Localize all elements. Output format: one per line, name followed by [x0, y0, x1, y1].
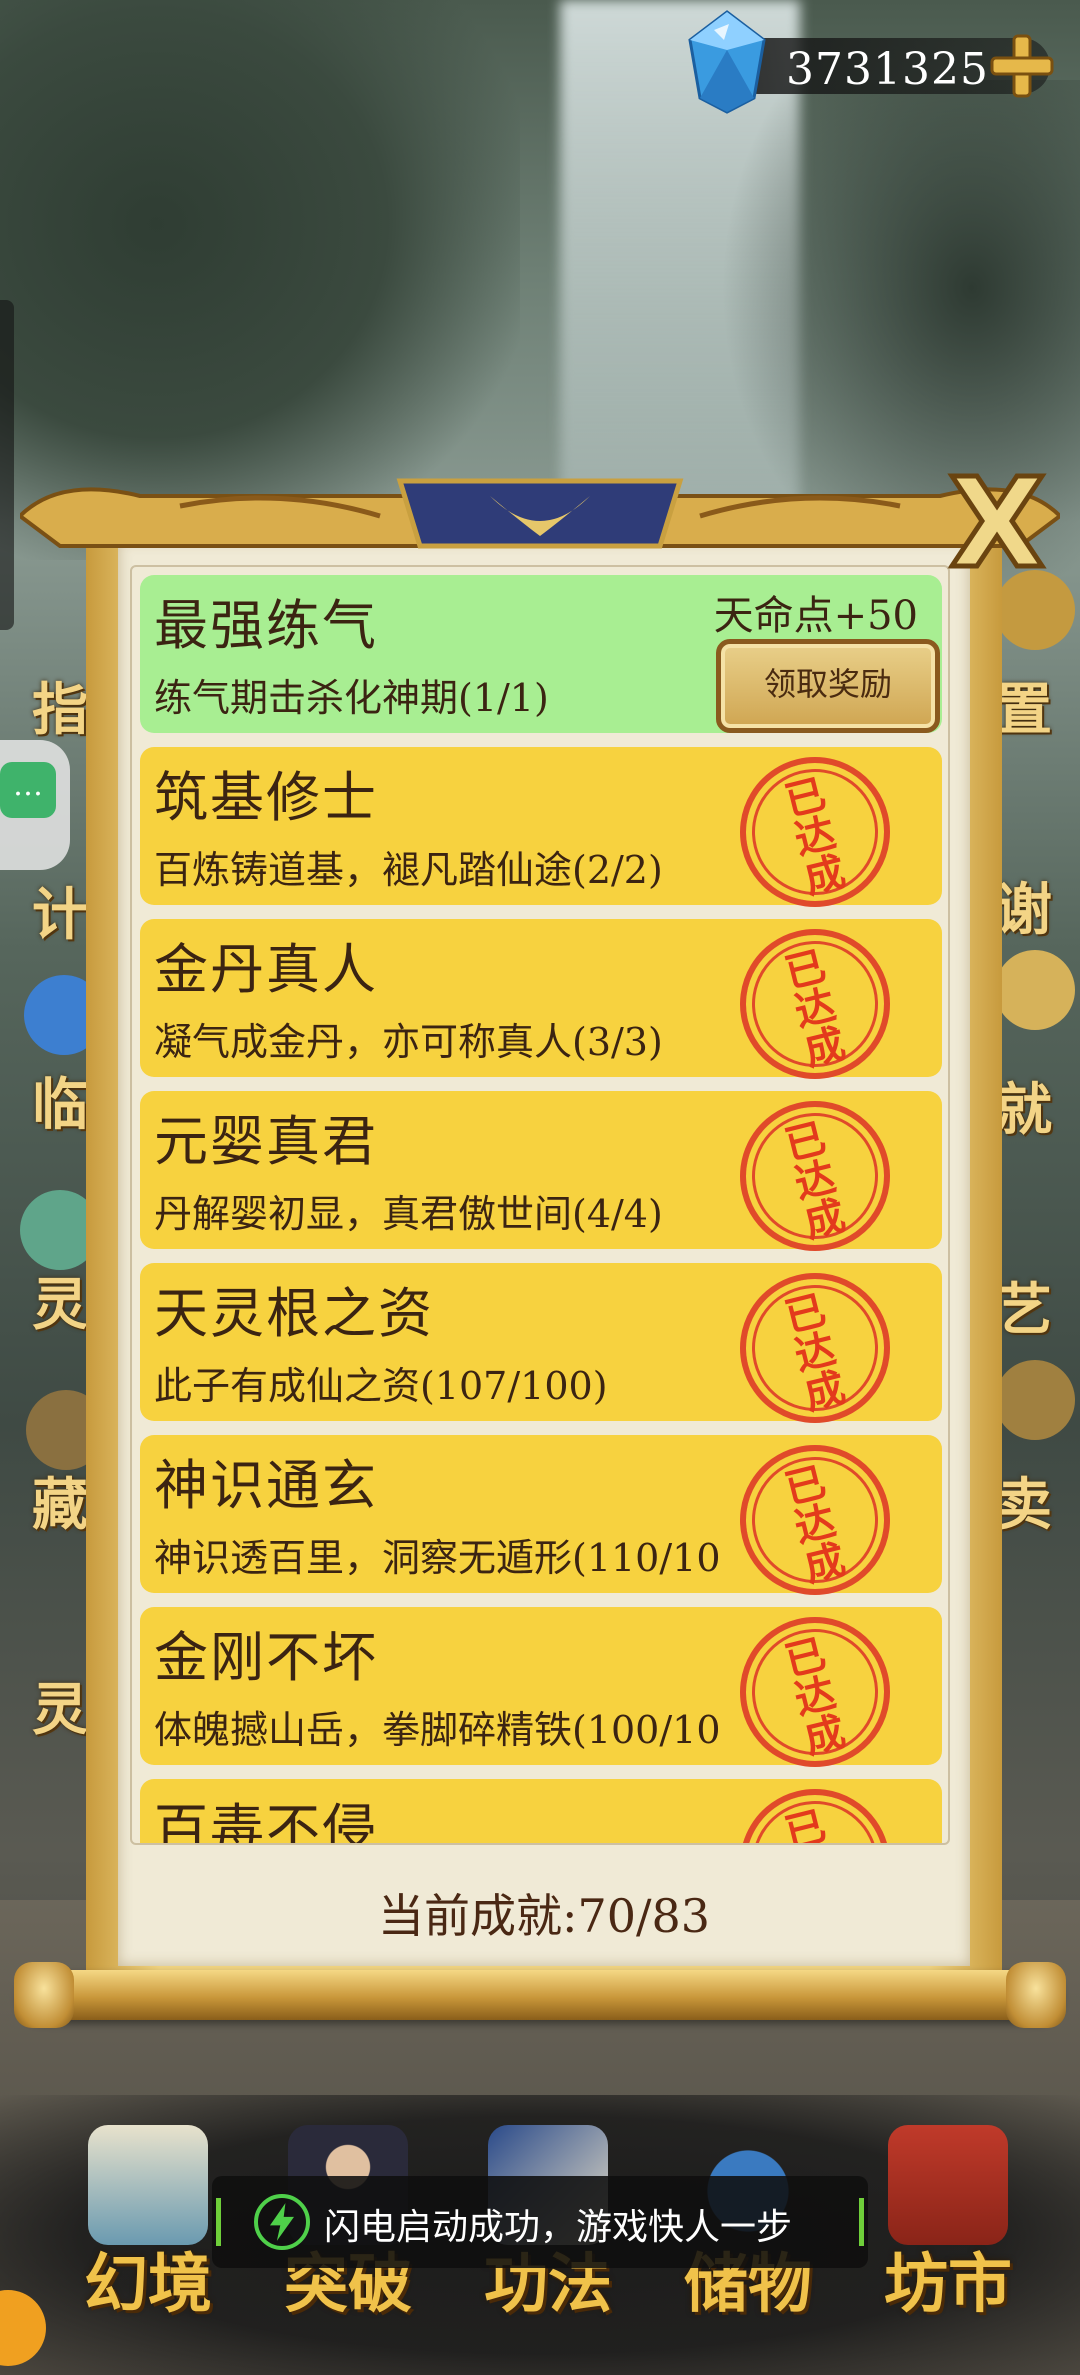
gem-icon [688, 10, 766, 114]
achievement-title: 金刚不坏 [154, 1626, 378, 1689]
achievement-list[interactable]: 最强练气 天命点+50 练气期击杀化神期(1/1) 领取奖励 筑基修士 百炼铸道… [130, 565, 950, 1845]
achievement-desc: 神识透百里，洞察无遁形(110/10 [154, 1536, 721, 1580]
achievement-desc: 体魄撼山岳，拳脚碎精铁(100/10 [154, 1708, 721, 1752]
plus-icon[interactable] [986, 30, 1058, 102]
achievement-title: 元婴真君 [154, 1110, 378, 1173]
toast-accent-right [859, 2198, 864, 2246]
lightning-icon [254, 2194, 310, 2250]
completed-stamp: 已达成 [724, 1257, 906, 1439]
achievement-item: 筑基修士 百炼铸道基，褪凡踏仙途(2/2) 已达成 [140, 741, 942, 923]
completed-stamp: 已达成 [724, 1085, 906, 1267]
scroll-painting-icon [88, 2125, 208, 2245]
side-menu-right-3[interactable]: 就 [996, 1065, 1052, 1146]
side-menu-left-5[interactable]: 藏 [32, 1460, 88, 1541]
toast-accent-left [216, 2198, 221, 2246]
left-edge-tab[interactable] [0, 300, 14, 630]
completed-stamp: 已达成 [724, 1429, 906, 1611]
nav-item-fangshi[interactable]: 坊市 [848, 2115, 1048, 2325]
chat-icon: … [0, 762, 56, 818]
achievement-item: 金刚不坏 体魄撼山岳，拳脚碎精铁(100/10 已达成 [140, 1601, 942, 1783]
side-menu-left-3[interactable]: 临 [32, 1060, 88, 1141]
claim-reward-button[interactable]: 领取奖励 [716, 639, 940, 733]
market-gate-icon [888, 2125, 1008, 2245]
currency-value: 3731325 [786, 44, 989, 95]
achievement-item: 金丹真人 凝气成金丹，亦可称真人(3/3) 已达成 [140, 913, 942, 1095]
completed-stamp: 已达成 [724, 1601, 906, 1783]
achievement-item: 元婴真君 丹解婴初显，真君傲世间(4/4) 已达成 [140, 1085, 942, 1267]
scroll-rod-cap-right [1006, 1962, 1066, 2028]
close-icon[interactable] [932, 466, 1062, 576]
achievement-item: 天灵根之资 此子有成仙之资(107/100) 已达成 [140, 1257, 942, 1439]
side-menu-right-2[interactable]: 谢 [996, 865, 1052, 946]
achievement-item: 最强练气 天命点+50 练气期击杀化神期(1/1) 领取奖励 [140, 575, 942, 733]
achievement-desc: 百炼铸道基，褪凡踏仙途(2/2) [154, 848, 663, 892]
currency-bar: 3731325 [688, 10, 1080, 114]
achievement-progress: 当前成就:70/83 [377, 1889, 711, 1943]
completed-stamp: 已达成 [724, 741, 906, 923]
achievement-title: 百毒不侵 [154, 1798, 378, 1845]
achievement-desc: 此子有成仙之资(107/100) [154, 1364, 608, 1408]
achievement-item: 神识通玄 神识透百里，洞察无遁形(110/10 已达成 [140, 1429, 942, 1611]
side-menu-right-5[interactable]: 卖 [996, 1460, 1052, 1541]
scroll-bottom-rod [18, 1970, 1062, 2020]
completed-stamp: 已达成 [724, 1773, 906, 1843]
scroll-rod-cap-left [14, 1962, 74, 2028]
toast-notification: 闪电启动成功，游戏快人一步 [212, 2176, 868, 2268]
achievement-title: 天灵根之资 [154, 1282, 434, 1345]
side-menu-left-6[interactable]: 灵 [32, 1665, 88, 1746]
side-menu-left-1[interactable]: 指 [32, 665, 88, 746]
scroll-top-ornament [20, 478, 1060, 549]
side-menu-right-4[interactable]: 艺 [996, 1265, 1052, 1346]
side-menu-left-2[interactable]: 计 [32, 870, 88, 951]
trophy-icon [995, 950, 1075, 1030]
floating-chat-button[interactable]: … [0, 740, 70, 870]
achievement-reward: 天命点+50 [713, 593, 918, 639]
achievement-title: 金丹真人 [154, 938, 378, 1001]
achievement-title: 筑基修士 [154, 766, 378, 829]
achievement-item: 百毒不侵 已达成 [140, 1773, 942, 1845]
side-menu-right-1[interactable]: 置 [996, 665, 1052, 746]
gear-icon [995, 570, 1075, 650]
completed-stamp: 已达成 [724, 913, 906, 1095]
achievement-desc: 练气期击杀化神期(1/1) [154, 676, 549, 720]
achievement-desc: 凝气成金丹，亦可称真人(3/3) [154, 1020, 663, 1064]
achievement-title: 神识通玄 [154, 1454, 378, 1517]
toast-message: 闪电启动成功，游戏快人一步 [324, 2207, 793, 2248]
side-menu-left-4[interactable]: 灵 [32, 1260, 88, 1341]
nav-label: 坊市 [884, 2247, 1012, 2322]
scale-icon [995, 1360, 1075, 1440]
achievement-desc: 丹解婴初显，真君傲世间(4/4) [154, 1192, 663, 1236]
achievement-title: 最强练气 [154, 594, 378, 657]
